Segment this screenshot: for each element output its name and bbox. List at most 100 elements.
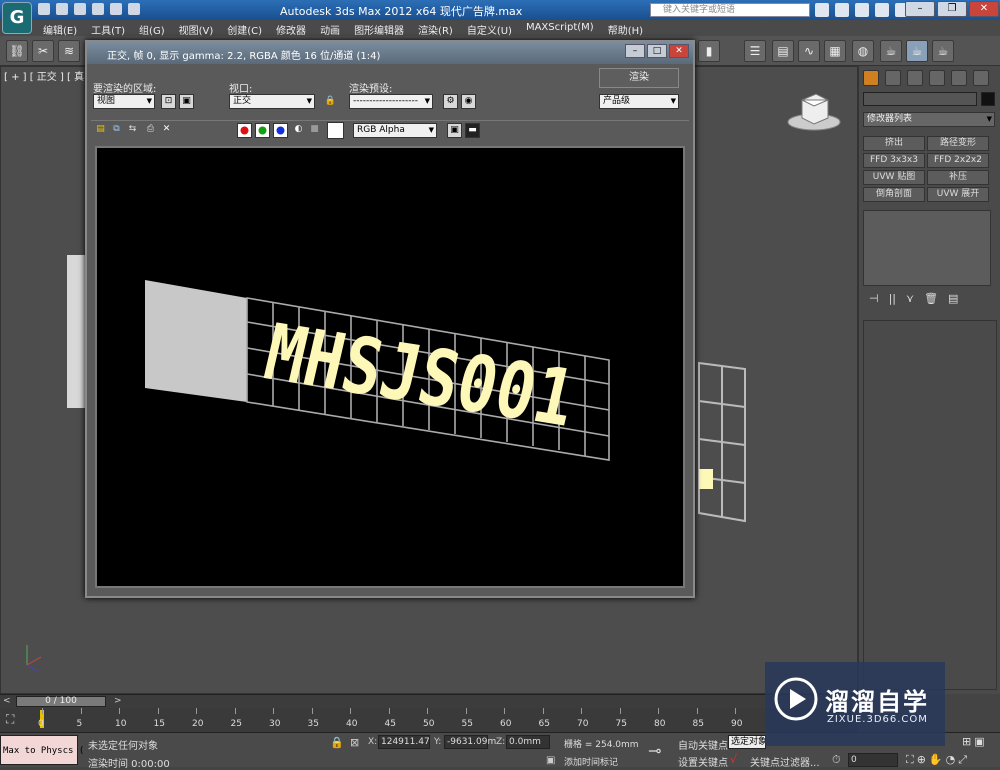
link-icon[interactable]: ⛓ [6,40,28,62]
green-channel-button[interactable] [255,123,270,138]
menu-modifiers[interactable]: 修改器 [269,20,313,37]
selection-lock-icon[interactable]: 🔒 [330,736,344,749]
modifier-uvwmap-button[interactable]: UVW 贴图 [863,170,925,185]
rw-maximize-button[interactable]: □ [647,44,667,58]
save-icon[interactable] [74,3,86,15]
auto-region-icon[interactable]: ▣ [179,94,194,109]
time-slider[interactable] [0,694,858,708]
mini-curve-editor-icon[interactable]: ⛶ [6,712,24,728]
menu-views[interactable]: 视图(V) [172,20,221,37]
minimize-button[interactable]: – [905,1,935,17]
binoculars-icon[interactable] [815,3,829,17]
selected-dropdown[interactable]: 选定对象 [728,735,767,749]
menu-maxscript[interactable]: MAXScript(M) [519,20,601,36]
graphite-icon[interactable]: ▤ [772,40,794,62]
align-icon[interactable]: ▮ [698,40,720,62]
configure-sets-icon[interactable]: ▤ [948,292,958,308]
rendered-frame-icon[interactable]: ☕ [906,40,928,62]
utilities-tab-icon[interactable] [973,70,989,86]
x-coordinate-field[interactable]: 124911.47 [378,735,430,749]
channel-dropdown[interactable]: RGB Alpha [353,123,437,138]
create-tab-icon[interactable] [863,70,879,86]
add-time-tag[interactable]: 添加时间标记 [564,755,618,768]
quality-dropdown[interactable]: 产品级 [599,94,679,109]
render-setup-icon[interactable]: ☕ [880,40,902,62]
track-bar[interactable]: ⛶ 0 5 10 15 20 25 30 35 40 45 50 55 60 65 70 75 80 85 90 [0,708,858,732]
current-frame-field[interactable]: 0 [848,753,898,767]
preset-dropdown[interactable]: -------------------- [349,94,433,109]
slider-prev-icon[interactable]: < [3,696,11,706]
modifier-bevelprofile-button[interactable]: 倒角剖面 [863,187,925,202]
menu-customize[interactable]: 自定义(U) [460,20,519,37]
rw-close-button[interactable]: ✕ [669,44,689,58]
render-setup-small-icon[interactable]: ⚙ [443,94,458,109]
star-icon[interactable] [875,3,889,17]
open-file-icon[interactable] [56,3,68,15]
menu-animation[interactable]: 动画 [313,20,347,37]
modifier-squeeze-button[interactable]: 补压 [927,170,989,185]
schematic-icon[interactable]: ▦ [824,40,846,62]
menu-rendering[interactable]: 渲染(R) [411,20,460,37]
unlink-icon[interactable]: ✂ [32,40,54,62]
bind-spacewarp-icon[interactable]: ≋ [58,40,80,62]
modifier-extrude-button[interactable]: 挤出 [863,136,925,151]
modifier-pathdeform-button[interactable]: 路径变形 [927,136,989,151]
person-icon[interactable] [855,3,869,17]
menu-create[interactable]: 创建(C) [220,20,269,37]
orbit-icon[interactable]: ◔ [946,753,956,767]
modifier-unwrap-button[interactable]: UVW 展开 [927,187,989,202]
redo-icon[interactable] [110,3,122,15]
undo-icon[interactable] [92,3,104,15]
restore-button[interactable]: ❐ [937,1,967,17]
new-file-icon[interactable] [38,3,50,15]
viewport-dropdown[interactable]: 正交 [229,94,315,109]
viewcube-icon[interactable] [786,92,842,132]
absolute-mode-icon[interactable]: ⊠ [350,736,359,749]
modifier-ffd222-button[interactable]: FFD 2x2x2 [927,153,989,168]
material-editor-icon[interactable]: ◍ [852,40,874,62]
object-name-field[interactable] [863,92,977,106]
object-color-swatch[interactable] [981,92,995,106]
y-coordinate-field[interactable]: -9631.09m [444,735,496,749]
rw-minimize-button[interactable]: – [625,44,645,58]
field-of-view-icon[interactable]: ▣ [974,735,984,748]
make-unique-icon[interactable]: ⋎ [906,292,914,308]
hierarchy-tab-icon[interactable] [907,70,923,86]
environment-icon[interactable]: ◉ [461,94,476,109]
zoom-icon[interactable]: ⊕ [917,753,926,767]
save-image-icon[interactable]: ▤ [93,123,108,138]
print-icon[interactable]: ⎙ [143,123,158,138]
copy-image-icon[interactable]: ⧉ [109,123,124,138]
wrench-icon[interactable] [835,3,849,17]
modifier-list-dropdown[interactable]: 修改器列表 [863,112,995,127]
app-logo-icon[interactable]: G [2,2,32,34]
modifier-stack[interactable] [863,210,991,286]
time-slider-thumb[interactable]: 0 / 100 [16,696,106,707]
key-tangent-icon[interactable]: √ [730,753,737,766]
clone-frame-icon[interactable]: ⇆ [125,123,140,138]
time-config-icon[interactable]: ⏱ [832,753,841,767]
z-coordinate-field[interactable]: 0.0mm [506,735,550,749]
show-end-result-icon[interactable]: || [889,292,896,308]
modifier-ffd333-button[interactable]: FFD 3x3x3 [863,153,925,168]
pan-icon[interactable]: ✋ [929,753,943,767]
curve-editor-icon[interactable]: ∿ [798,40,820,62]
close-button[interactable]: ✕ [969,1,999,17]
menu-group[interactable]: 组(G) [132,20,172,37]
render-button[interactable]: 渲染 [599,68,679,88]
red-channel-button[interactable] [237,123,252,138]
swatch-button[interactable] [327,122,344,139]
set-key-icon[interactable]: ⊸ [648,741,661,760]
motion-tab-icon[interactable] [929,70,945,86]
menu-help[interactable]: 帮助(H) [601,20,650,37]
blue-channel-button[interactable] [273,123,288,138]
menu-edit[interactable]: 编辑(E) [36,20,84,37]
lock-icon[interactable]: 🔒 [323,94,338,109]
menu-tools[interactable]: 工具(T) [84,20,132,37]
dropdown-icon[interactable] [128,3,140,15]
edit-region-icon[interactable]: ⊡ [161,94,176,109]
maxscript-listener[interactable]: Max to Physcs ( [0,735,84,765]
remove-modifier-icon[interactable]: 🗑 [924,292,938,308]
layer-manager-icon[interactable]: ☰ [744,40,766,62]
time-tag-icon[interactable]: ▣ [546,755,555,766]
